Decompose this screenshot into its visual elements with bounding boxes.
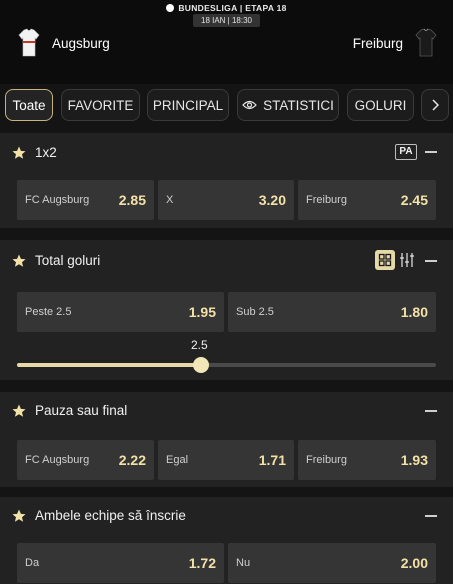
market-total-goluri-header[interactable]: Total goluri xyxy=(0,240,453,280)
league-line: BUNDESLIGA | ETAPA 18 xyxy=(0,3,453,13)
tab-statistici[interactable]: STATISTICI xyxy=(237,89,339,121)
market-ambele-echipe: Ambele echipe să înscrie Da 1.72 Nu 2.00 xyxy=(0,497,453,584)
market-pauza-sau-final: Pauza sau final FC Augsburg 2.22 Egal 1.… xyxy=(0,392,453,487)
odd-button[interactable]: FC Augsburg 2.85 xyxy=(17,180,154,220)
odd-label: FC Augsburg xyxy=(25,194,90,206)
star-icon[interactable] xyxy=(12,509,26,523)
odd-label: Nu xyxy=(236,557,251,569)
odd-button[interactable]: Da 1.72 xyxy=(17,543,224,583)
goals-slider-fill xyxy=(17,363,201,367)
collapse-icon[interactable] xyxy=(425,151,437,153)
home-team: Augsburg xyxy=(18,28,110,58)
odd-value: 1.93 xyxy=(400,452,428,468)
sliders-icon xyxy=(400,253,414,267)
home-jersey-icon xyxy=(18,28,40,57)
market-total-goluri: Total goluri Peste 2.5 1.95 Sub 2.5 1.80… xyxy=(0,240,453,380)
odd-value: 1.71 xyxy=(258,452,286,468)
market-1x2: 1x2 PA FC Augsburg 2.85 X 3.20 Freiburg … xyxy=(0,133,453,228)
star-icon[interactable] xyxy=(12,146,26,160)
league-name: BUNDESLIGA xyxy=(178,3,238,13)
odd-label: Sub 2.5 xyxy=(236,306,274,318)
pa-badge: PA xyxy=(395,144,417,160)
odd-label: Freiburg xyxy=(306,454,347,466)
star-icon[interactable] xyxy=(12,404,26,418)
eye-icon xyxy=(242,100,257,110)
tab-goluri[interactable]: GOLURI xyxy=(347,89,414,121)
goals-slider-thumb[interactable] xyxy=(193,357,209,373)
market-1x2-header[interactable]: 1x2 PA xyxy=(0,133,453,173)
odd-value: 2.45 xyxy=(400,192,428,208)
market-title: Total goluri xyxy=(35,253,101,268)
market-tabs: Toate FAVORITE PRINCIPAL STATISTICI GOLU… xyxy=(0,89,453,121)
odd-label: Peste 2.5 xyxy=(25,306,72,318)
odd-button[interactable]: Nu 2.00 xyxy=(228,543,436,583)
collapse-icon[interactable] xyxy=(425,260,437,262)
market-title: Ambele echipe să înscrie xyxy=(35,508,186,523)
odd-value: 1.72 xyxy=(188,555,216,571)
odd-button[interactable]: X 3.20 xyxy=(158,180,294,220)
match-datetime: 18 IAN | 18:30 xyxy=(193,14,260,27)
tab-toate[interactable]: Toate xyxy=(5,89,53,121)
home-team-name: Augsburg xyxy=(52,35,110,51)
tab-label: PRINCIPAL xyxy=(152,97,224,113)
stage-label: ETAPA 18 xyxy=(245,3,287,13)
market-title: 1x2 xyxy=(35,145,57,160)
market-pauza-header[interactable]: Pauza sau final xyxy=(0,392,453,432)
odd-button[interactable]: FC Augsburg 2.22 xyxy=(17,440,154,480)
odd-value: 1.80 xyxy=(400,304,428,320)
odd-value: 2.22 xyxy=(118,452,146,468)
odd-button[interactable]: Egal 1.71 xyxy=(158,440,294,480)
away-team: Freiburg xyxy=(353,28,437,58)
market-ambele-header[interactable]: Ambele echipe să înscrie xyxy=(0,497,453,537)
odd-button[interactable]: Sub 2.5 1.80 xyxy=(228,292,436,332)
collapse-icon[interactable] xyxy=(425,410,437,412)
grid-view-button[interactable] xyxy=(375,250,395,270)
odd-label: FC Augsburg xyxy=(25,454,90,466)
tab-label: GOLURI xyxy=(354,97,407,113)
goals-slider-track[interactable] xyxy=(17,363,436,367)
tab-label: Toate xyxy=(12,97,46,113)
slider-view-button[interactable] xyxy=(397,250,417,270)
star-icon[interactable] xyxy=(12,254,26,268)
odd-button[interactable]: Freiburg 2.45 xyxy=(298,180,436,220)
odd-button[interactable]: Freiburg 1.93 xyxy=(298,440,436,480)
tab-principal[interactable]: PRINCIPAL xyxy=(147,89,229,121)
chevron-right-icon xyxy=(432,99,439,111)
odd-label: Freiburg xyxy=(306,194,347,206)
odd-label: Egal xyxy=(166,454,189,466)
football-icon xyxy=(166,4,175,12)
odd-button[interactable]: Peste 2.5 1.95 xyxy=(17,292,224,332)
odd-label: X xyxy=(166,194,174,206)
tab-favorite[interactable]: FAVORITE xyxy=(61,89,140,121)
market-title: Pauza sau final xyxy=(35,403,128,418)
odd-value: 3.20 xyxy=(258,192,286,208)
odd-label: Da xyxy=(25,557,40,569)
tabs-scroll-right-button[interactable] xyxy=(421,89,449,121)
odd-value: 1.95 xyxy=(188,304,216,320)
away-jersey-icon xyxy=(415,28,437,57)
tab-label: STATISTICI xyxy=(263,97,334,113)
away-team-name: Freiburg xyxy=(352,35,403,51)
odd-value: 2.00 xyxy=(400,555,428,571)
slider-value-label: 2.5 xyxy=(191,338,208,352)
grid-view-icon xyxy=(378,253,392,267)
tab-label: FAVORITE xyxy=(67,97,134,113)
odd-value: 2.85 xyxy=(118,192,146,208)
match-header: BUNDESLIGA | ETAPA 18 18 IAN | 18:30 Aug… xyxy=(0,0,453,84)
collapse-icon[interactable] xyxy=(425,515,437,517)
